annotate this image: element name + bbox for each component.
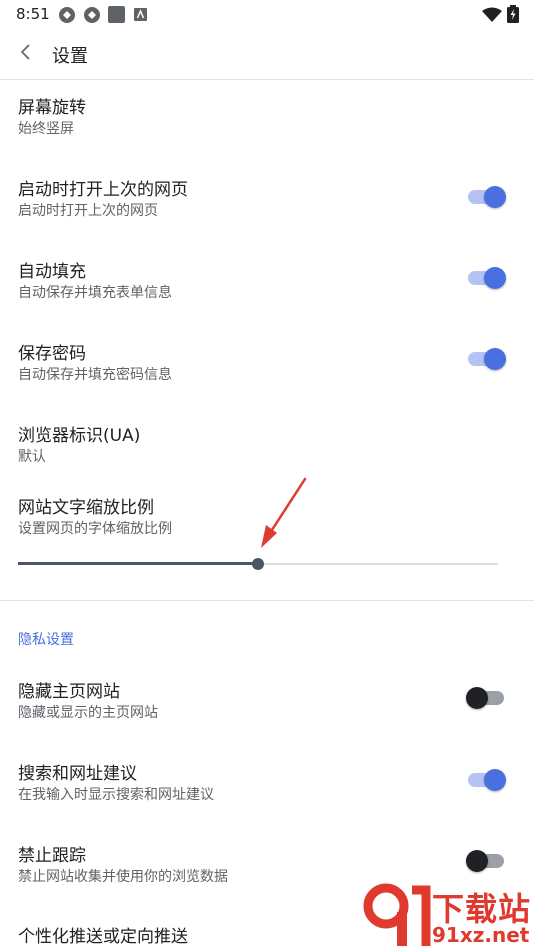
setting-subtitle: 自动保存并填充密码信息 <box>18 367 172 383</box>
setting-title: 保存密码 <box>18 344 86 364</box>
wifi-icon <box>482 7 502 22</box>
setting-subtitle: 自动保存并填充表单信息 <box>18 285 172 301</box>
square-icon <box>108 6 125 23</box>
text-scale-slider[interactable] <box>18 555 498 573</box>
setting-autofill[interactable]: 自动填充 自动保存并填充表单信息 <box>0 257 534 307</box>
annotation-arrow-icon <box>261 477 307 548</box>
setting-hide-homepage-sites[interactable]: 隐藏主页网站 隐藏或显示的主页网站 <box>0 677 534 727</box>
status-bar: 8:51 <box>0 0 534 28</box>
setting-subtitle: 禁止网站收集并使用你的浏览数据 <box>18 869 228 885</box>
autofill-switch[interactable] <box>468 266 506 290</box>
app-icon <box>134 8 147 21</box>
slider-thumb[interactable] <box>252 558 264 570</box>
hide-homepage-sites-switch[interactable] <box>466 686 504 710</box>
setting-subtitle: 在我输入时显示搜索和网址建议 <box>18 787 214 803</box>
watermark-logo-icon <box>363 883 431 946</box>
setting-subtitle: 启动时打开上次的网页 <box>18 203 158 219</box>
battery-icon <box>507 5 519 23</box>
privacy-section-title: 隐私设置 <box>18 632 74 648</box>
save-password-switch[interactable] <box>468 347 506 371</box>
notification-icon <box>84 7 100 23</box>
do-not-track-switch[interactable] <box>466 849 504 873</box>
back-arrow-icon[interactable] <box>14 40 38 64</box>
setting-title: 浏览器标识(UA) <box>18 426 141 446</box>
setting-save-password[interactable]: 保存密码 自动保存并填充密码信息 <box>0 339 534 389</box>
watermark-url: 91xz.net <box>432 923 530 947</box>
page-title: 设置 <box>52 46 88 67</box>
setting-title: 网站文字缩放比例 <box>18 498 154 518</box>
setting-subtitle: 始终竖屏 <box>18 121 74 137</box>
setting-restore-last-tabs[interactable]: 启动时打开上次的网页 启动时打开上次的网页 <box>0 175 534 225</box>
setting-title: 禁止跟踪 <box>18 846 86 866</box>
restore-last-tabs-switch[interactable] <box>468 185 506 209</box>
setting-user-agent[interactable]: 浏览器标识(UA) 默认 <box>0 421 534 471</box>
setting-title: 自动填充 <box>18 262 86 282</box>
setting-screen-rotation[interactable]: 屏幕旋转 始终竖屏 <box>0 93 534 143</box>
setting-search-suggestions[interactable]: 搜索和网址建议 在我输入时显示搜索和网址建议 <box>0 759 534 809</box>
setting-title: 隐藏主页网站 <box>18 682 120 702</box>
setting-title: 屏幕旋转 <box>18 98 86 118</box>
setting-subtitle: 默认 <box>18 449 46 465</box>
slider-fill <box>18 562 258 565</box>
setting-subtitle: 设置网页的字体缩放比例 <box>18 521 172 537</box>
app-bar: 设置 <box>0 28 534 80</box>
search-suggestions-switch[interactable] <box>468 768 506 792</box>
section-divider <box>0 600 534 601</box>
setting-title: 启动时打开上次的网页 <box>18 180 188 200</box>
setting-title: 个性化推送或定向推送 <box>18 927 188 947</box>
setting-title: 搜索和网址建议 <box>18 764 137 784</box>
setting-subtitle: 隐藏或显示的主页网站 <box>18 705 158 721</box>
status-time: 8:51 <box>16 5 50 23</box>
notification-icon <box>59 7 75 23</box>
